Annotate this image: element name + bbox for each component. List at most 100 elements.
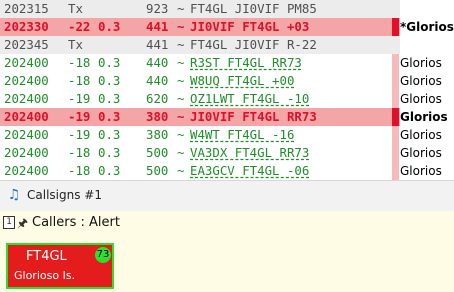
log-country: Glorios	[400, 54, 454, 72]
log-freq: 440	[146, 73, 169, 88]
log-marker	[392, 162, 399, 180]
log-sep: ~	[177, 37, 185, 52]
log-row[interactable]: 202400 -18 0.3 500 ~ VA3DX FT4GL RR73 Glorios	[0, 144, 454, 162]
callers-alert-panel: 1 🖈 Callers : Alert FT4GL Glorioso Is. 7…	[0, 211, 454, 292]
log-time: 202400	[4, 73, 49, 88]
log-marker	[392, 18, 399, 36]
log-message: JI0VIF FT4GL +03	[190, 19, 310, 34]
log-marker	[392, 36, 399, 54]
log-dt: 0.3	[98, 145, 121, 160]
log-row[interactable]: 202400 -18 0.3 440 ~ R3ST FT4GL RR73 Glorios	[0, 54, 454, 72]
log-sep: ~	[177, 19, 185, 34]
log-country: Glorios	[400, 72, 454, 90]
log-db: -18	[68, 145, 91, 160]
panel-number-icon[interactable]: 1	[3, 216, 15, 229]
log-marker	[392, 0, 399, 18]
panel-header: 1 🖈 Callers : Alert	[0, 211, 454, 233]
log-freq: 441	[146, 19, 169, 34]
log-country: Glorios	[400, 108, 454, 126]
log-message: VA3DX FT4GL RR73	[190, 145, 310, 160]
panel-title: Callers : Alert	[32, 215, 120, 230]
log-country	[400, 0, 454, 18]
pin-icon[interactable]: 🖈	[17, 214, 28, 235]
log-row[interactable]: 202330 -22 0.3 441 ~ JI0VIF FT4GL +03 *Glorios	[0, 18, 454, 36]
log-row[interactable]: 202400 -19 0.3 380 ~ W4WT FT4GL -16 Glorios	[0, 126, 454, 144]
log-row[interactable]: 202400 -18 0.3 440 ~ W8UQ FT4GL +00 Glorios	[0, 72, 454, 90]
log-sep: ~	[177, 55, 185, 70]
log-freq: 620	[146, 91, 169, 106]
log-dt: 0.3	[98, 19, 121, 34]
log-dt: 0.3	[98, 55, 121, 70]
log-time: 202400	[4, 163, 49, 178]
log-freq: 500	[146, 163, 169, 178]
log-freq: 923	[146, 1, 169, 16]
log-sep: ~	[177, 1, 185, 16]
log-time: 202400	[4, 127, 49, 142]
log-row[interactable]: 202345 Tx 441 ~ FT4GL JI0VIF R-22	[0, 36, 454, 54]
log-db: -19	[68, 127, 91, 142]
log-row[interactable]: 202400 -19 0.3 620 ~ OZ1LWT FT4GL -10 Glorios	[0, 90, 454, 108]
log-freq: 380	[146, 127, 169, 142]
log-message: W8UQ FT4GL +00	[190, 73, 295, 88]
log-message: FT4GL JI0VIF R-22	[190, 37, 317, 52]
log-time: 202400	[4, 91, 49, 106]
log-time: 202315	[4, 1, 49, 16]
log-freq: 440	[146, 55, 169, 70]
log-time: 202330	[4, 19, 49, 34]
log-country: Glorios	[400, 126, 454, 144]
log-marker	[392, 72, 399, 90]
caller-badge: 73	[95, 247, 111, 263]
log-db: -22	[68, 19, 91, 34]
log-dt: 0.3	[98, 109, 121, 124]
log-message: EA3GCV FT4GL -06	[190, 163, 310, 178]
log-freq: 441	[146, 37, 169, 52]
log-marker	[392, 90, 399, 108]
log-dt: 0.3	[98, 91, 121, 106]
log-db: -19	[68, 91, 91, 106]
log-sep: ~	[177, 73, 185, 88]
log-country: Glorios	[400, 162, 454, 180]
log-message: JI0VIF FT4GL RR73	[190, 109, 317, 124]
log-db: -18	[68, 55, 91, 70]
log-row[interactable]: 202400 -19 0.3 380 ~ JI0VIF FT4GL RR73 Glorios	[0, 108, 454, 126]
log-time: 202345	[4, 37, 49, 52]
log-db: Tx	[68, 1, 83, 16]
log-country: Glorios	[400, 90, 454, 108]
log-marker	[392, 108, 399, 126]
log-message: OZ1LWT FT4GL -10	[190, 91, 310, 106]
log-message: R3ST FT4GL RR73	[190, 55, 302, 70]
log-sep: ~	[177, 109, 185, 124]
log-dt: 0.3	[98, 163, 121, 178]
caller-country: Glorioso Is.	[14, 269, 76, 282]
decode-log: 202315 Tx 923 ~ FT4GL JI0VIF PM85 202330 -22 0.…	[0, 0, 454, 180]
callsigns-tab-bar[interactable]: ♫ Callsigns #1	[0, 180, 454, 212]
music-note-icon: ♫	[7, 187, 21, 203]
caller-callsign: FT4GL	[26, 249, 67, 264]
log-marker	[392, 54, 399, 72]
log-db: -18	[68, 163, 91, 178]
log-country: Glorios	[400, 144, 454, 162]
log-sep: ~	[177, 91, 185, 106]
log-country: *Glorios	[400, 18, 454, 36]
tab-callsigns-label[interactable]: Callsigns #1	[27, 188, 102, 202]
log-sep: ~	[177, 127, 185, 142]
log-time: 202400	[4, 55, 49, 70]
log-sep: ~	[177, 145, 185, 160]
log-db: Tx	[68, 37, 83, 52]
log-row[interactable]: 202400 -18 0.3 500 ~ EA3GCV FT4GL -06 Glorios	[0, 162, 454, 180]
log-dt: 0.3	[98, 127, 121, 142]
log-row[interactable]: 202315 Tx 923 ~ FT4GL JI0VIF PM85	[0, 0, 454, 18]
log-dt: 0.3	[98, 73, 121, 88]
log-marker	[392, 126, 399, 144]
log-db: -18	[68, 73, 91, 88]
caller-card[interactable]: FT4GL Glorioso Is. 73	[6, 243, 114, 289]
log-sep: ~	[177, 163, 185, 178]
log-time: 202400	[4, 109, 49, 124]
log-freq: 380	[146, 109, 169, 124]
log-country	[400, 36, 454, 54]
log-time: 202400	[4, 145, 49, 160]
log-marker	[392, 144, 399, 162]
log-db: -19	[68, 109, 91, 124]
log-freq: 500	[146, 145, 169, 160]
log-message: W4WT FT4GL -16	[190, 127, 295, 142]
